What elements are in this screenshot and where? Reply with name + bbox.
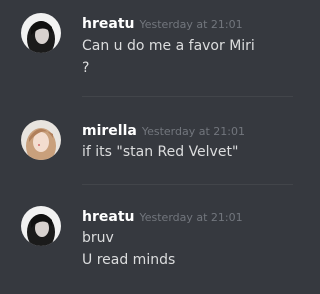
message-header: hreatu Yesterday at 21:01 (82, 13, 243, 32)
timestamp: Yesterday at 21:01 (141, 125, 245, 138)
timestamp: Yesterday at 21:01 (139, 18, 243, 31)
message-text: Can u do me a favor Miri (82, 38, 255, 54)
user-avatar[interactable] (21, 120, 61, 160)
message-group: hreatu Yesterday at 21:01 bruv U read min… (0, 184, 293, 294)
message-group: mirella Yesterday at 21:01 if its "stan R… (0, 98, 293, 185)
user-avatar[interactable] (21, 206, 61, 246)
message-text: if its "stan Red Velvet" (82, 144, 239, 160)
message-text: ? (82, 60, 90, 76)
username[interactable]: hreatu (82, 16, 134, 32)
message-header: mirella Yesterday at 21:01 (82, 120, 245, 139)
user-avatar[interactable] (21, 13, 61, 53)
timestamp: Yesterday at 21:01 (139, 211, 243, 224)
username[interactable]: hreatu (82, 209, 134, 225)
message-group: hreatu Yesterday at 21:01 Can u do me a f… (0, 0, 293, 98)
message-header: hreatu Yesterday at 21:01 (82, 206, 243, 225)
divider (82, 96, 293, 97)
message-text: bruv (82, 230, 114, 246)
username[interactable]: mirella (82, 123, 137, 139)
message-text: U read minds (82, 252, 176, 268)
